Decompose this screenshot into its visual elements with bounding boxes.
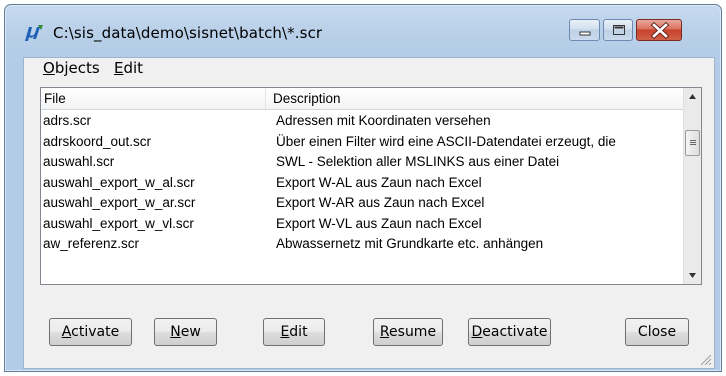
menu-objects-mnemonic: O [43, 59, 55, 77]
window-title: C:\sis_data\demo\sisnet\batch\*.scr [53, 24, 323, 42]
new-label: ew [180, 324, 201, 340]
client-area: Objects Edit File Description adrs.scr A… [23, 57, 715, 369]
minimize-icon [579, 31, 591, 36]
deactivate-label: eactivate [482, 324, 548, 340]
edit-button[interactable]: Edit [263, 318, 325, 346]
menu-edit-label: dit [123, 59, 144, 77]
list-row[interactable]: auswahl_export_w_vl.scr Export W-VL aus … [41, 214, 683, 235]
scroll-up-icon[interactable] [684, 88, 701, 105]
row-description: SWL - Selektion aller MSLINKS aus einer … [276, 154, 560, 169]
thumb-grip-line [690, 144, 696, 145]
list-row[interactable]: auswahl_export_w_ar.scr Export W-AR aus … [41, 193, 683, 214]
new-mnemonic: N [170, 324, 181, 340]
row-description: Adressen mit Koordinaten versehen [276, 113, 491, 128]
row-file: aw_referenz.scr [43, 236, 140, 251]
activate-mnemonic: A [61, 324, 72, 340]
column-header-description[interactable]: Description [273, 91, 341, 106]
row-file: auswahl_export_w_vl.scr [43, 215, 194, 231]
deactivate-button[interactable]: Deactivate [468, 318, 551, 346]
edit-label: dit [289, 324, 308, 340]
row-description: Abwassernetz mit Grundkarte etc. anhänge… [276, 236, 544, 251]
new-button[interactable]: New [154, 318, 217, 346]
column-header-file[interactable]: File [44, 91, 66, 106]
row-description: Export W-AR aus Zaun nach Excel [276, 195, 485, 210]
list-row[interactable]: aw_referenz.scr Abwassernetz mit Grundka… [41, 234, 683, 255]
close-window-button[interactable] [636, 19, 682, 41]
edit-mnemonic: E [280, 324, 290, 340]
close-icon [650, 21, 670, 40]
row-file: auswahl_export_w_al.scr [43, 174, 195, 190]
list-row[interactable]: auswahl_export_w_al.scr Export W-AL aus … [41, 173, 683, 194]
menu-bar: Objects Edit [24, 58, 714, 80]
list-row[interactable]: adrskoord_out.scr Über einen Filter wird… [41, 132, 683, 153]
deactivate-mnemonic: D [471, 324, 483, 340]
menu-edit[interactable]: Edit [114, 59, 143, 77]
list-row[interactable]: auswahl.scr SWL - Selektion aller MSLINK… [41, 152, 683, 173]
row-description: Export W-AL aus Zaun nach Excel [276, 174, 482, 190]
scroll-down-icon[interactable] [684, 267, 701, 284]
resume-mnemonic: R [379, 324, 390, 340]
batch-window: C:\sis_data\demo\sisnet\batch\*.scr Obje… [4, 4, 722, 372]
resume-button[interactable]: Resume [373, 318, 443, 346]
row-file: adrskoord_out.scr [43, 133, 152, 149]
close-button[interactable]: Close [625, 318, 689, 346]
script-list[interactable]: File Description adrs.scr Adressen mit K… [40, 87, 702, 285]
row-file: auswahl.scr [43, 154, 115, 169]
row-file: adrs.scr [43, 113, 92, 128]
minimize-button[interactable] [569, 19, 600, 41]
thumb-grip-line [690, 142, 696, 143]
resize-grip-icon[interactable] [698, 352, 712, 366]
maximize-icon [613, 25, 625, 35]
row-file: auswahl_export_w_ar.scr [43, 195, 196, 210]
row-description: Export W-VL aus Zaun nach Excel [276, 215, 482, 231]
row-description: Über einen Filter wird eine ASCII-Datend… [276, 133, 616, 149]
list-header: File Description [41, 88, 683, 110]
activate-button[interactable]: Activate [49, 318, 132, 346]
menu-objects[interactable]: Objects [43, 59, 100, 77]
thumb-grip-line [690, 140, 696, 141]
list-rows: adrs.scr Adressen mit Koordinaten verseh… [41, 111, 683, 255]
activate-label: ctivate [71, 324, 120, 340]
list-row[interactable]: adrs.scr Adressen mit Koordinaten verseh… [41, 111, 683, 132]
app-logo-icon [25, 25, 43, 41]
column-separator[interactable] [265, 88, 266, 109]
maximize-button[interactable] [603, 19, 633, 41]
vertical-scrollbar[interactable] [683, 88, 701, 284]
scrollbar-thumb[interactable] [685, 130, 700, 156]
resume-label: esume [389, 324, 437, 340]
title-bar[interactable]: C:\sis_data\demo\sisnet\batch\*.scr [5, 5, 721, 57]
menu-objects-label: bjects [54, 59, 100, 77]
